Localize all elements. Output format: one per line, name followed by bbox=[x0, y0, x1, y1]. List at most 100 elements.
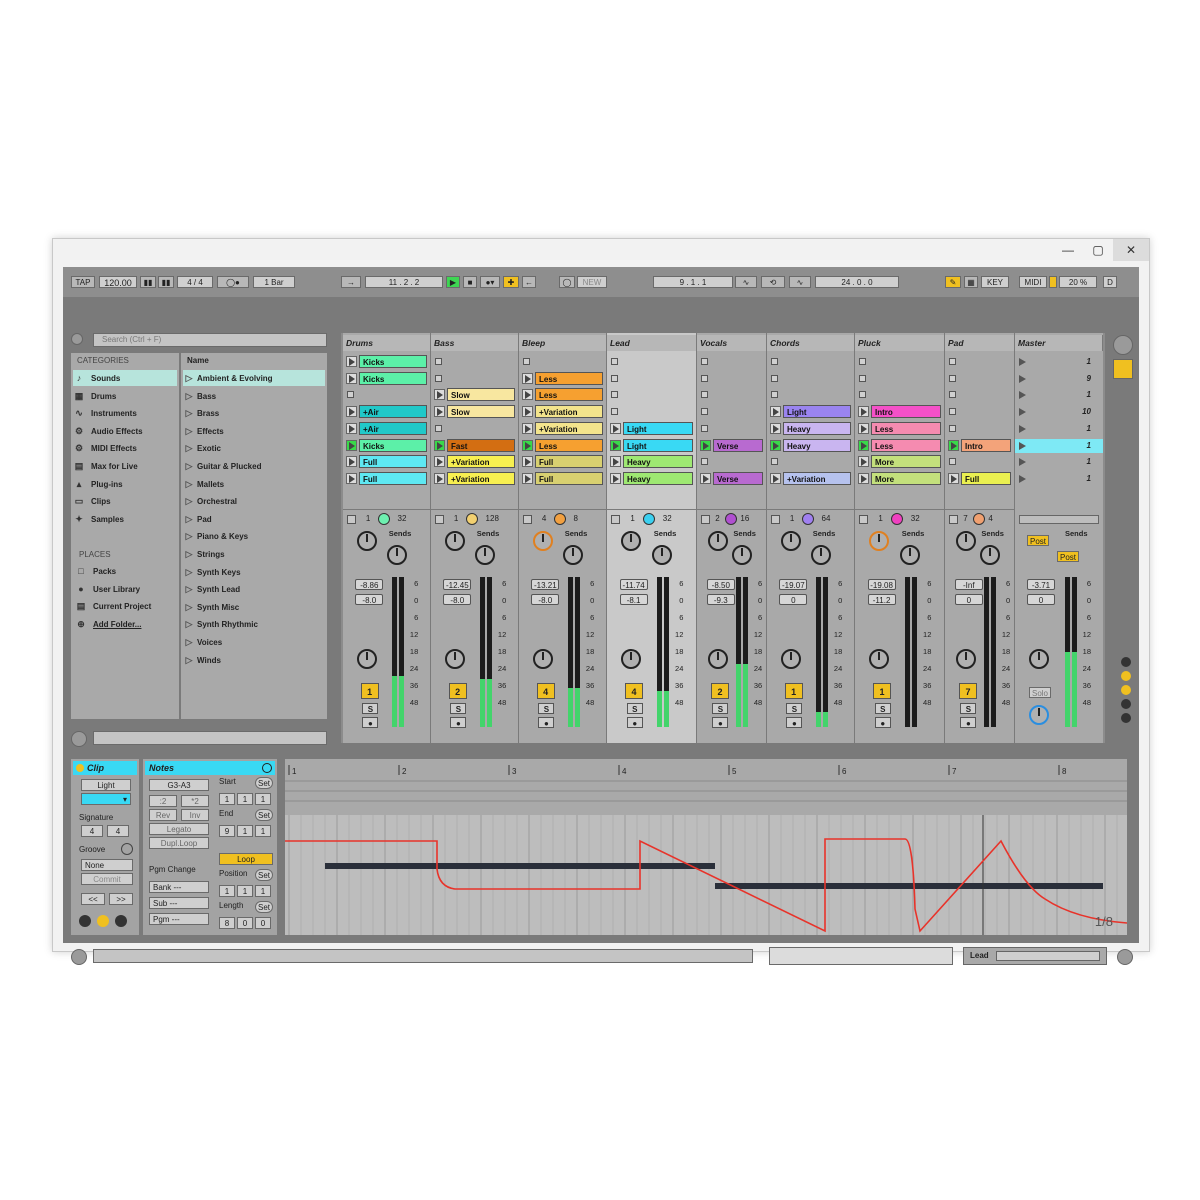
pan-field[interactable]: -8.0 bbox=[355, 594, 384, 605]
clip-launch-icon[interactable] bbox=[610, 472, 621, 484]
clip-stop-icon[interactable] bbox=[611, 391, 618, 399]
clip-launch-icon[interactable] bbox=[948, 472, 959, 484]
note-range-field[interactable]: G3-A3 bbox=[149, 779, 209, 791]
expand-triangle-icon[interactable]: ▷ bbox=[183, 599, 195, 615]
track-title[interactable]: Lead bbox=[607, 335, 697, 351]
empty-clip-slot[interactable] bbox=[607, 355, 697, 369]
play-icon[interactable]: ▶ bbox=[446, 276, 460, 288]
empty-clip-slot[interactable] bbox=[431, 355, 519, 369]
clip-launch-icon[interactable] bbox=[346, 422, 357, 434]
empty-clip-slot[interactable] bbox=[431, 422, 519, 436]
empty-clip-slot[interactable] bbox=[855, 388, 945, 402]
clip-slot-5[interactable]: Less bbox=[521, 438, 603, 452]
empty-clip-slot[interactable] bbox=[607, 388, 697, 402]
empty-clip-slot[interactable] bbox=[697, 405, 767, 419]
volume-field[interactable]: -11.74 bbox=[619, 579, 648, 590]
track-title[interactable]: Bass bbox=[431, 335, 519, 351]
send-b-knob[interactable] bbox=[652, 545, 672, 565]
clip-stop-icon[interactable] bbox=[859, 391, 866, 399]
clip-stop-icon[interactable] bbox=[771, 391, 778, 399]
volume-field[interactable]: -8.86 bbox=[355, 579, 384, 590]
browser-item[interactable]: ▷ Synth Keys bbox=[183, 564, 325, 580]
browser-item[interactable]: ▷ Strings bbox=[183, 546, 325, 562]
session-view-icon[interactable] bbox=[1113, 335, 1133, 355]
clip-stop-icon[interactable] bbox=[435, 424, 442, 432]
length-beat-field[interactable]: 0 bbox=[237, 917, 253, 929]
info-view-icon[interactable] bbox=[71, 949, 87, 965]
crossfade-toggle-icon[interactable] bbox=[1121, 713, 1131, 723]
clip-slot-4[interactable]: Less bbox=[857, 421, 941, 435]
clip-slot-5[interactable]: Fast bbox=[433, 438, 515, 452]
nudge-down-button[interactable]: ▮▮ bbox=[140, 276, 156, 288]
clip-launch-icon[interactable] bbox=[346, 456, 357, 468]
track-title[interactable]: Pad bbox=[945, 335, 1015, 351]
commit-button[interactable]: Commit bbox=[81, 873, 133, 885]
clip-launch-icon[interactable] bbox=[770, 472, 781, 484]
clip-slot-7[interactable]: Full bbox=[521, 471, 603, 485]
track-activator-button[interactable]: 2 bbox=[448, 683, 467, 699]
post-button[interactable]: Post bbox=[1057, 551, 1079, 562]
clip-launch-icon[interactable] bbox=[858, 422, 869, 434]
maximize-icon[interactable]: ▢ bbox=[1083, 239, 1113, 261]
clip-stop-icon[interactable] bbox=[523, 358, 530, 365]
clip-stop-icon[interactable] bbox=[859, 358, 866, 365]
new-button[interactable]: NEW bbox=[577, 276, 607, 288]
scene-launch-7[interactable]: 1 bbox=[1015, 472, 1103, 486]
invert-button[interactable]: Inv bbox=[181, 809, 209, 821]
send-b-knob[interactable] bbox=[811, 545, 831, 565]
pan-field[interactable]: -9.3 bbox=[706, 594, 735, 605]
pan-knob[interactable] bbox=[621, 649, 642, 669]
browser-item[interactable]: ▷ Bass bbox=[183, 388, 325, 404]
send-a-knob[interactable] bbox=[445, 531, 466, 551]
clip-slot-3[interactable]: Slow bbox=[433, 405, 515, 419]
category-drums[interactable]: ▦ Drums bbox=[73, 388, 177, 404]
send-a-knob[interactable] bbox=[956, 531, 977, 551]
pan-knob[interactable] bbox=[357, 649, 378, 669]
clip-slot-7[interactable]: +Variation bbox=[769, 471, 851, 485]
track-activator-button[interactable]: 1 bbox=[784, 683, 803, 699]
clip-launch-icon[interactable] bbox=[522, 456, 533, 468]
clip-color-chooser[interactable]: ▾ bbox=[81, 793, 131, 805]
arrangement-view-icon[interactable] bbox=[1113, 359, 1133, 379]
loop-button[interactable]: Loop bbox=[219, 853, 273, 865]
clip-launch-icon[interactable] bbox=[858, 439, 869, 451]
empty-clip-slot[interactable] bbox=[945, 372, 1015, 386]
place-add-folder-[interactable]: ⊕ Add Folder... bbox=[75, 616, 141, 632]
master-pan-knob[interactable] bbox=[1029, 649, 1049, 669]
cue-volume-knob[interactable] bbox=[1029, 705, 1049, 725]
clip-stop-icon[interactable] bbox=[701, 391, 708, 399]
category-midi-effects[interactable]: ⚙ MIDI Effects bbox=[73, 440, 177, 456]
track-stop-icon[interactable] bbox=[435, 515, 444, 524]
stop-icon[interactable]: ■ bbox=[463, 276, 477, 288]
browser-item[interactable]: ▷ Guitar & Plucked bbox=[183, 458, 325, 474]
clip-launch-icon[interactable] bbox=[434, 472, 445, 484]
computer-keyboard-icon[interactable]: ▦ bbox=[964, 276, 978, 288]
empty-clip-slot[interactable] bbox=[945, 388, 1015, 402]
metronome-button[interactable]: ◯● bbox=[217, 276, 249, 288]
launch-box-icon[interactable] bbox=[79, 915, 91, 927]
track-activator-button[interactable]: 7 bbox=[959, 683, 977, 699]
returns-toggle-icon[interactable] bbox=[1121, 685, 1131, 695]
groove-chooser[interactable]: None bbox=[81, 859, 133, 871]
expand-triangle-icon[interactable]: ▷ bbox=[183, 476, 195, 492]
pan-knob[interactable] bbox=[781, 649, 802, 669]
clip-stop-icon[interactable] bbox=[949, 358, 956, 365]
clip-slot-4[interactable]: +Variation bbox=[521, 421, 603, 435]
solo-button[interactable]: S bbox=[874, 703, 891, 714]
clip-launch-icon[interactable] bbox=[770, 439, 781, 451]
expand-triangle-icon[interactable]: ▷ bbox=[183, 423, 195, 439]
volume-field[interactable]: -Inf bbox=[954, 579, 983, 590]
clip-slot-5[interactable]: Verse bbox=[699, 438, 763, 452]
category-plug-ins[interactable]: ▴ Plug-ins bbox=[73, 476, 177, 492]
clip-stop-icon[interactable] bbox=[701, 408, 708, 416]
halve-button[interactable]: :2 bbox=[149, 795, 177, 807]
draw-mode-icon[interactable]: ✎ bbox=[945, 276, 961, 288]
length-set-button[interactable]: Set bbox=[255, 901, 273, 913]
empty-clip-slot[interactable] bbox=[607, 372, 697, 386]
pan-knob[interactable] bbox=[445, 649, 466, 669]
empty-clip-slot[interactable] bbox=[767, 355, 855, 369]
pan-knob[interactable] bbox=[869, 649, 890, 669]
empty-clip-slot[interactable] bbox=[945, 422, 1015, 436]
clip-slot-3[interactable]: +Variation bbox=[521, 405, 603, 419]
expand-triangle-icon[interactable]: ▷ bbox=[183, 511, 195, 527]
